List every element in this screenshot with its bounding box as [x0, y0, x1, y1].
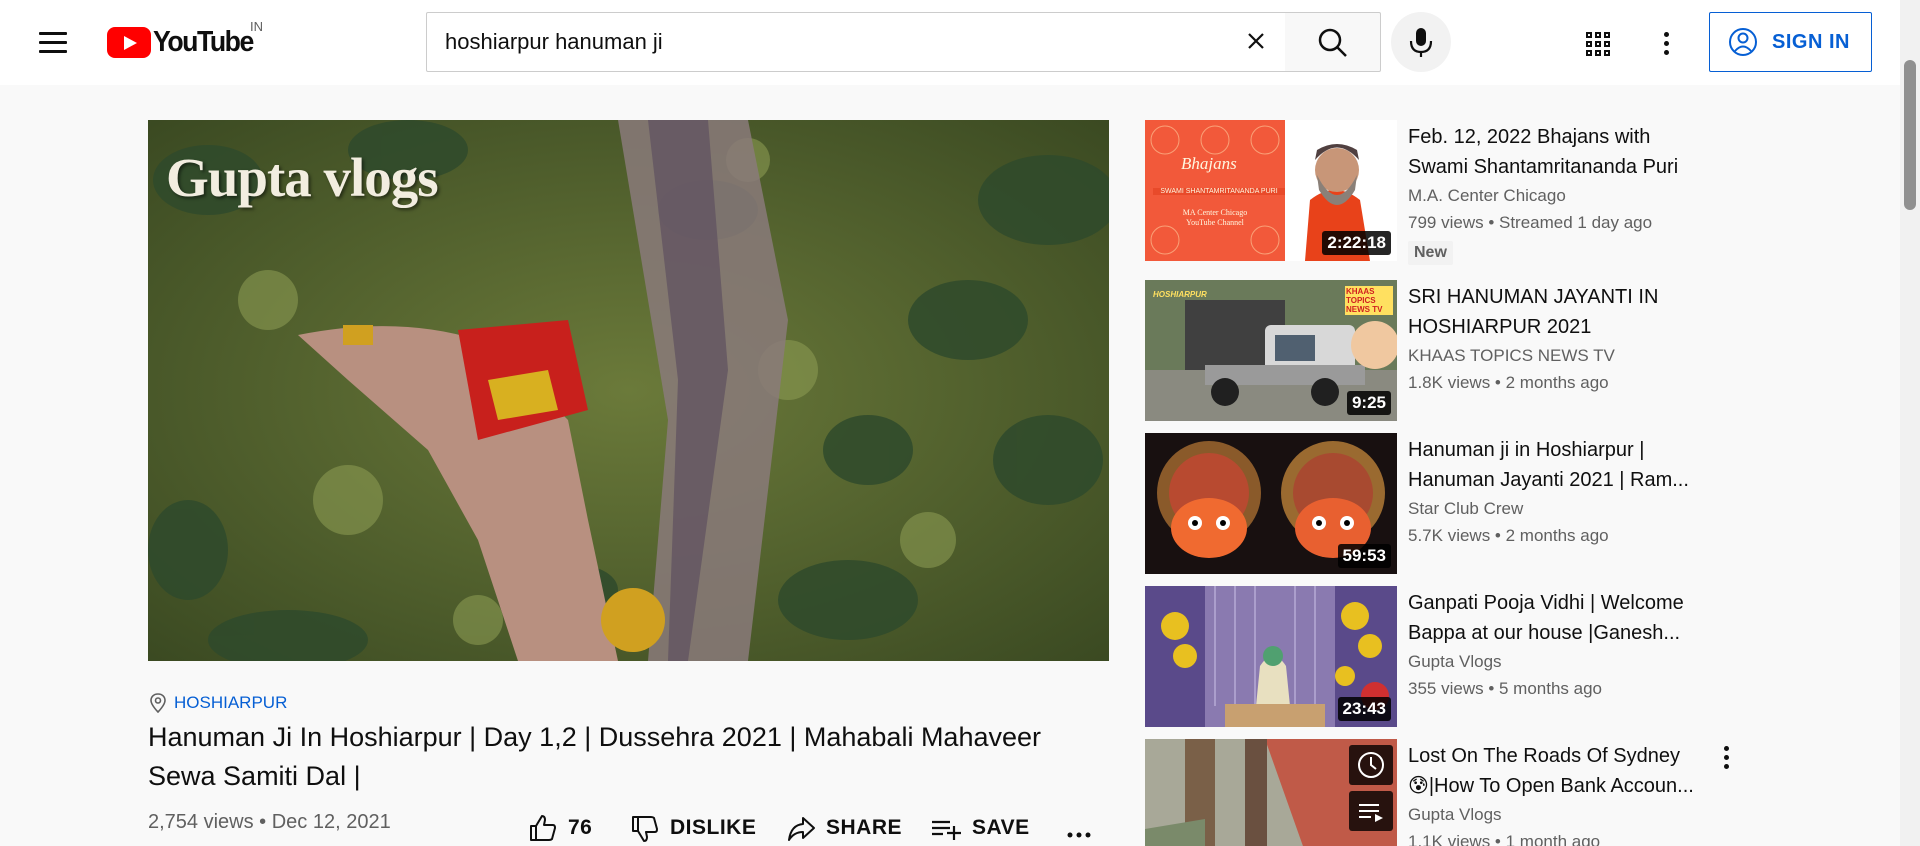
more-actions-button[interactable] [1065, 810, 1093, 846]
country-code: IN [250, 19, 263, 34]
channel-name[interactable]: M.A. Center Chicago [1408, 186, 1566, 206]
video-thumbnail: Bhajans SWAMI SHANTAMRITANANDA PURI MA C… [1145, 120, 1397, 261]
video-title: Feb. 12, 2022 Bhajans with Swami Shantam… [1408, 126, 1679, 178]
like-count: 76 [568, 816, 593, 839]
search-button[interactable] [1285, 12, 1381, 72]
youtube-play-icon [107, 26, 151, 58]
video-title: Lost On The Roads Of Sydney 😰|How To Ope… [1408, 745, 1694, 797]
close-icon [1248, 33, 1264, 49]
location-label: HOSHIARPUR [174, 693, 288, 712]
more-vert-icon [1724, 746, 1729, 769]
thumbs-up-icon [530, 815, 556, 841]
account-icon [1729, 28, 1757, 56]
share-button[interactable]: SHARE [786, 810, 902, 846]
recommended-video[interactable]: Bhajans SWAMI SHANTAMRITANANDA PURI MA C… [1145, 120, 1725, 265]
playlist-add-icon [932, 820, 961, 840]
queue-icon [1359, 804, 1383, 822]
sign-in-button[interactable]: SIGN IN [1709, 12, 1872, 72]
clock-icon [1358, 752, 1384, 778]
video-duration: 2:22:18 [1322, 231, 1391, 255]
video-thumbnail: 23:43 [1145, 586, 1397, 727]
new-badge: New [1408, 241, 1453, 265]
recommended-video[interactable]: HOSHIARPUR KHAAS TOPICS NEWS TV 9:25 SRI… [1145, 280, 1725, 421]
video-thumbnail: 59:53 [1145, 433, 1397, 574]
search-box [426, 12, 1286, 72]
video-thumbnail: HOSHIARPUR KHAAS TOPICS NEWS TV 9:25 [1145, 280, 1397, 421]
thumb-channel-2: YouTube Channel [1186, 218, 1244, 227]
scrollbar-thumb[interactable] [1904, 60, 1916, 210]
location-link[interactable]: HOSHIARPUR [148, 692, 287, 714]
logo-text: YouTube [153, 25, 254, 58]
save-label: SAVE [972, 816, 1030, 839]
search-input[interactable] [445, 13, 1225, 71]
watch-later-button[interactable] [1349, 745, 1393, 785]
share-label: SHARE [826, 816, 903, 839]
sign-in-label: SIGN IN [1772, 30, 1850, 53]
channel-name[interactable]: Star Club Crew [1408, 499, 1523, 519]
thumb-channel: MA Center Chicago [1182, 208, 1248, 217]
dislike-button[interactable]: DISLIKE [630, 810, 756, 846]
video-duration: 23:43 [1337, 697, 1391, 721]
settings-more-button[interactable] [1646, 22, 1686, 62]
location-pin-icon [150, 693, 166, 714]
video-title: SRI HANUMAN JAYANTI IN HOSHIARPUR 2021 [1408, 286, 1659, 338]
masthead: YouTube IN SIGN IN [0, 0, 1920, 85]
video-meta: 355 views • 5 months ago [1408, 679, 1603, 698]
mic-icon [1409, 28, 1433, 57]
apps-icon [1586, 32, 1610, 56]
video-meta: 1.1K views • 1 month ago [1408, 832, 1601, 846]
video-watermark: Gupta vlogs [166, 147, 439, 208]
recommended-video[interactable]: Lost On The Roads Of Sydney 😰|How To Ope… [1145, 739, 1729, 846]
video-duration: 9:25 [1346, 391, 1391, 415]
video-stats: 2,754 views • Dec 12, 2021 [148, 811, 391, 833]
dislike-label: DISLIKE [670, 816, 757, 839]
youtube-logo[interactable]: YouTube [107, 26, 262, 58]
page-scrollbar[interactable] [1900, 0, 1920, 846]
channel-name[interactable]: KHAAS TOPICS NEWS TV [1408, 346, 1615, 366]
video-meta: 799 views • Streamed 1 day ago [1408, 213, 1653, 232]
video-meta: 5.7K views • 2 months ago [1408, 526, 1609, 545]
more-vert-icon [1664, 32, 1669, 59]
thumb-location-text: HOSHIARPUR [1153, 290, 1207, 299]
video-player[interactable]: Gupta vlogs [148, 120, 1109, 661]
clear-search-button[interactable] [1232, 24, 1280, 62]
video-duration: 59:53 [1337, 544, 1391, 568]
voice-search-button[interactable] [1391, 12, 1451, 72]
video-title: Ganpati Pooja Vidhi | Welcome Bappa at o… [1408, 592, 1684, 644]
video-title: Hanuman Ji In Hoshiarpur | Day 1,2 | Dus… [148, 722, 1042, 791]
add-to-queue-button[interactable] [1349, 791, 1393, 831]
more-horiz-icon [1067, 832, 1091, 838]
recommended-video[interactable]: 59:53 Hanuman ji in Hoshiarpur | Hanuman… [1145, 433, 1725, 574]
thumb-channel-badge: KHAAS TOPICS NEWS TV [1345, 286, 1393, 315]
video-title: Hanuman ji in Hoshiarpur | Hanuman Jayan… [1408, 439, 1689, 491]
save-button[interactable]: SAVE [930, 810, 1030, 846]
thumb-subtitle: SWAMI SHANTAMRITANANDA PURI [1153, 188, 1285, 195]
thumbs-down-icon [632, 816, 658, 842]
recommended-video[interactable]: 23:43 Ganpati Pooja Vidhi | Welcome Bapp… [1145, 586, 1725, 727]
apps-button[interactable] [1578, 22, 1618, 62]
menu-icon [36, 27, 70, 53]
video-thumbnail [1145, 739, 1397, 846]
search-icon [1318, 28, 1347, 57]
thumb-title: Bhajans [1181, 154, 1237, 173]
video-meta: 1.8K views • 2 months ago [1408, 373, 1609, 392]
share-icon [788, 817, 815, 841]
video-menu-button[interactable] [1715, 739, 1739, 775]
channel-name[interactable]: Gupta Vlogs [1408, 652, 1502, 672]
like-button[interactable]: 76 [528, 810, 592, 846]
menu-button[interactable] [36, 27, 70, 57]
channel-name[interactable]: Gupta Vlogs [1408, 805, 1502, 825]
